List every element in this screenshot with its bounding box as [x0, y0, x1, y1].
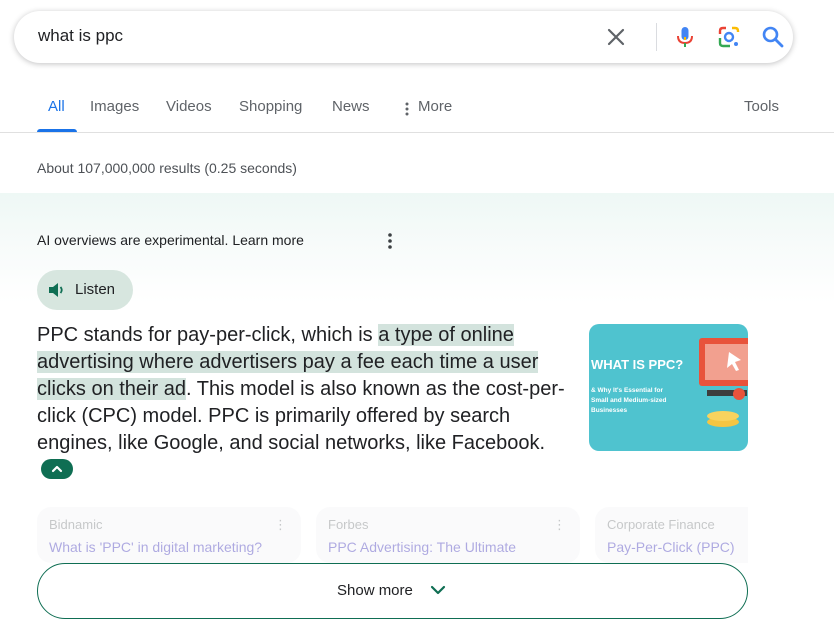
source-title: What is 'PPC' in digital marketing? [49, 539, 263, 555]
ai-text-intro: PPC stands for pay-per-click, which is [37, 324, 379, 346]
more-options-icon[interactable] [382, 231, 398, 251]
listen-label: Listen [75, 281, 116, 298]
search-bar[interactable]: what is ppc [14, 11, 793, 63]
source-title: Pay-Per-Click (PPC) [607, 539, 735, 555]
tab-images[interactable]: Images [90, 98, 139, 115]
ai-overview-image[interactable]: WHAT IS PPC? & Why It's Essential for Sm… [589, 324, 748, 451]
search-input[interactable]: what is ppc [38, 26, 123, 46]
learn-more-link[interactable]: Learn more [232, 232, 304, 248]
show-more-button[interactable]: Show more [37, 563, 748, 619]
ai-overview-panel: AI overviews are experimental. Learn mor… [0, 193, 834, 634]
listen-button[interactable]: Listen [37, 270, 133, 310]
show-more-label: Show more [337, 582, 413, 599]
search-divider [656, 23, 657, 51]
source-card[interactable]: Bidnamic ⋮ What is 'PPC' in digital mark… [37, 507, 301, 563]
collapse-button[interactable] [41, 458, 73, 479]
image-title: WHAT IS PPC? [591, 357, 684, 372]
ai-notice-text: AI overviews are experimental. [37, 232, 229, 248]
ai-overview-text: PPC stands for pay-per-click, which is a… [37, 322, 572, 484]
source-site: Bidnamic [49, 517, 103, 532]
source-site: Corporate Finance [607, 517, 715, 532]
tab-news[interactable]: News [332, 98, 370, 115]
google-lens-icon[interactable] [716, 24, 742, 50]
source-cards: Bidnamic ⋮ What is 'PPC' in digital mark… [37, 507, 748, 567]
microphone-icon[interactable] [672, 24, 698, 50]
tab-all[interactable]: All [48, 98, 65, 115]
tools-button[interactable]: Tools [744, 98, 779, 115]
search-icon[interactable] [760, 24, 786, 50]
source-title: PPC Advertising: The Ultimate [328, 539, 517, 555]
source-card[interactable]: Forbes ⋮ PPC Advertising: The Ultimate [316, 507, 580, 563]
source-site: Forbes [328, 517, 369, 532]
tab-videos[interactable]: Videos [166, 98, 212, 115]
speaker-icon [49, 283, 63, 297]
close-icon[interactable] [604, 25, 628, 49]
tab-shopping[interactable]: Shopping [239, 98, 302, 115]
card-menu-icon[interactable]: ⋮ [274, 517, 287, 533]
tab-more[interactable]: More [418, 98, 452, 115]
search-tabs: All Images Videos Shopping News More Too… [0, 88, 834, 133]
active-tab-indicator [37, 129, 77, 132]
card-menu-icon[interactable]: ⋮ [553, 517, 566, 533]
result-stats: About 107,000,000 results (0.25 seconds) [37, 160, 297, 176]
ai-overview-notice: AI overviews are experimental. Learn mor… [37, 232, 304, 248]
more-vertical-icon[interactable] [400, 102, 414, 116]
source-card[interactable]: Corporate Finance Pay-Per-Click (PPC) [595, 507, 748, 563]
chevron-up-icon [51, 465, 63, 472]
chevron-down-icon [430, 585, 446, 595]
image-subtitle: & Why It's Essential for Small and Mediu… [591, 387, 667, 414]
